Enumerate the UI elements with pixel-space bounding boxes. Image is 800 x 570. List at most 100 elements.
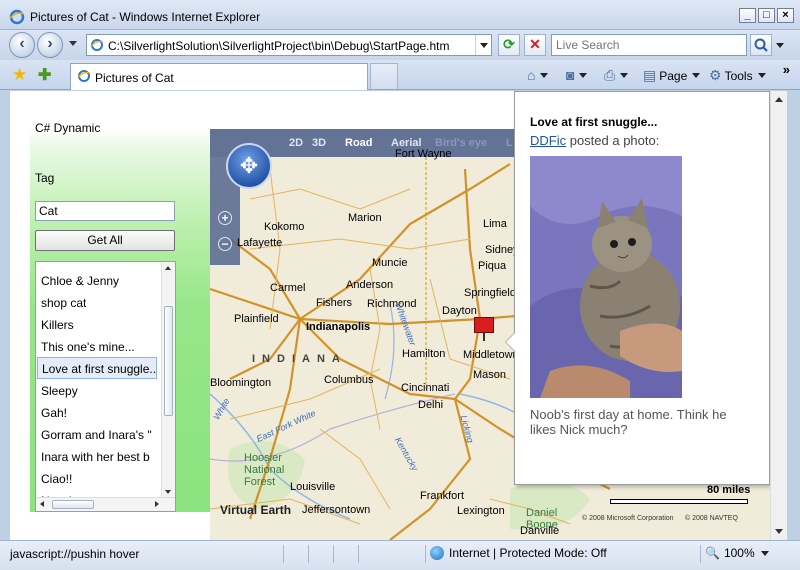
status-text: javascript://pushin hover [10,547,140,561]
map-city: Cincinnati [401,382,450,394]
map-city: Columbus [324,374,374,386]
refresh-icon[interactable]: ⟳ [498,34,520,56]
map-city: Frankfort [420,490,465,502]
add-favorites-icon[interactable]: ✚ [38,65,51,85]
close-button[interactable]: × [777,8,794,23]
photo-info-popup: Love at first snuggle... DDFic posted a … [505,91,770,485]
address-url: C:\SilverlightSolution\SilverlightProjec… [108,39,450,53]
state-label: INDIANA [252,353,347,365]
popup-byline: DDFic posted a photo: [530,133,660,148]
popup-caption: Noob's first day at home. Think he likes… [530,407,727,437]
list-item[interactable]: Gah! [37,402,157,424]
zoom-in-icon[interactable]: + [218,211,232,225]
address-field[interactable]: C:\SilverlightSolution\SilverlightProjec… [86,34,492,56]
map-city: Richmond [367,298,417,310]
map-city: Kokomo [264,221,305,233]
scroll-right-arrow-icon[interactable] [155,501,159,507]
search-input[interactable] [551,34,747,56]
new-tab-button[interactable] [370,63,398,89]
cat-photo-image [530,156,682,398]
window-frame-left [0,91,10,540]
hscroll-thumb[interactable] [52,500,94,509]
list-item[interactable]: shop cat [37,292,157,314]
zoom-out-icon[interactable]: − [218,237,232,251]
scroll-down-arrow-icon[interactable] [165,490,171,494]
page-menu[interactable]: ▤ Page [643,67,701,84]
map-city: Plainfield [234,313,279,325]
cat-photo [530,156,682,398]
mode-labels[interactable]: L [506,137,513,149]
window-frame-right [787,91,800,540]
list-item[interactable]: Sleepy [37,380,157,402]
ie-logo-icon [9,9,25,25]
back-button[interactable]: ‹ [9,32,35,58]
park-label: Hoosier National Forest [244,452,285,488]
internet-globe-icon [430,546,444,560]
virtual-earth-logo: Virtual Earth [220,503,292,517]
page-scroll-up-icon[interactable] [775,97,783,102]
home-button[interactable]: ⌂ [527,67,549,83]
stop-icon[interactable]: ✕ [524,34,546,56]
search-button[interactable] [750,34,772,56]
favorites-star-icon[interactable]: ★ [12,65,27,85]
map-city: Hamilton [402,348,446,360]
list-item[interactable]: Ciao!! [37,468,157,490]
forward-button[interactable]: › [37,32,63,58]
list-item[interactable]: Killers [37,314,157,336]
tab-title: Pictures of Cat [95,71,174,85]
maximize-button[interactable]: □ [758,8,775,23]
search-options-dropdown[interactable] [776,43,784,48]
gear-icon: ⚙ [709,67,722,83]
feeds-button[interactable]: ◙ [566,67,588,83]
pushpin-icon[interactable] [474,317,494,341]
minimize-button[interactable]: _ [739,8,756,23]
tag-label: Tag [35,171,55,185]
map-city: Muncie [372,257,408,269]
copyright-microsoft: © 2008 Microsoft Corporation [582,515,674,522]
author-link[interactable]: DDFic [530,133,566,148]
zoom-magnifier-icon: 🔍 [705,546,720,560]
pan-compass-icon[interactable] [226,143,272,189]
tools-menu[interactable]: ⚙ Tools [709,67,766,84]
park-label: Daniel Boone [526,507,558,531]
scale-bar [610,499,748,504]
window-title: Pictures of Cat - Windows Internet Explo… [30,10,261,24]
status-bar: javascript://pushin hover Internet | Pro… [0,540,800,570]
get-all-button[interactable]: Get All [35,230,175,251]
list-item[interactable]: Chloe & Jenny [37,270,157,292]
address-dropdown[interactable] [475,35,491,55]
more-commands-chevron[interactable]: » [783,62,790,77]
photo-listbox[interactable]: Chloe & Jenny shop cat Killers This one'… [35,261,176,512]
page-scroll-down-icon[interactable] [775,529,783,534]
tag-input[interactable]: Cat [35,201,175,221]
security-zone[interactable]: Internet | Protected Mode: Off [430,546,607,560]
zoom-level[interactable]: 🔍 100% [705,546,769,560]
map-city: Springfield [464,287,516,299]
map-city: Indianapolis [306,321,371,333]
list-item[interactable]: This one's mine... [37,336,157,358]
page-vertical-scrollbar[interactable] [770,91,787,540]
copyright-navteq: © 2008 NAVTEQ [685,515,738,522]
mode-3d[interactable]: 3D [312,137,326,149]
list-item-selected[interactable]: Love at first snuggle... [37,357,157,379]
tab-pictures-of-cat[interactable]: Pictures of Cat [70,63,368,90]
listbox-vertical-scrollbar[interactable] [161,262,175,498]
map-city: Delhi [418,399,444,411]
mode-2d[interactable]: 2D [289,137,303,149]
popup-title: Love at first snuggle... [530,115,658,129]
recent-pages-dropdown[interactable] [69,41,77,46]
listbox-horizontal-scrollbar[interactable] [36,497,175,511]
scroll-thumb[interactable] [164,306,173,416]
map-city: Anderson [346,279,394,291]
scroll-left-arrow-icon[interactable] [40,501,44,507]
map-city: Fishers [316,297,353,309]
print-button[interactable]: ⎙ [604,67,629,84]
map-city: Fort Wayne [395,148,452,160]
list-item[interactable]: Gorram and Inara's " [37,424,157,446]
map-city: Lexington [457,505,505,517]
scroll-up-arrow-icon[interactable] [165,266,171,270]
list-item[interactable]: Inara with her best b [37,446,157,468]
map-city: Dayton [442,305,477,317]
map-city: Carmel [270,282,306,294]
mode-road[interactable]: Road [345,137,373,149]
